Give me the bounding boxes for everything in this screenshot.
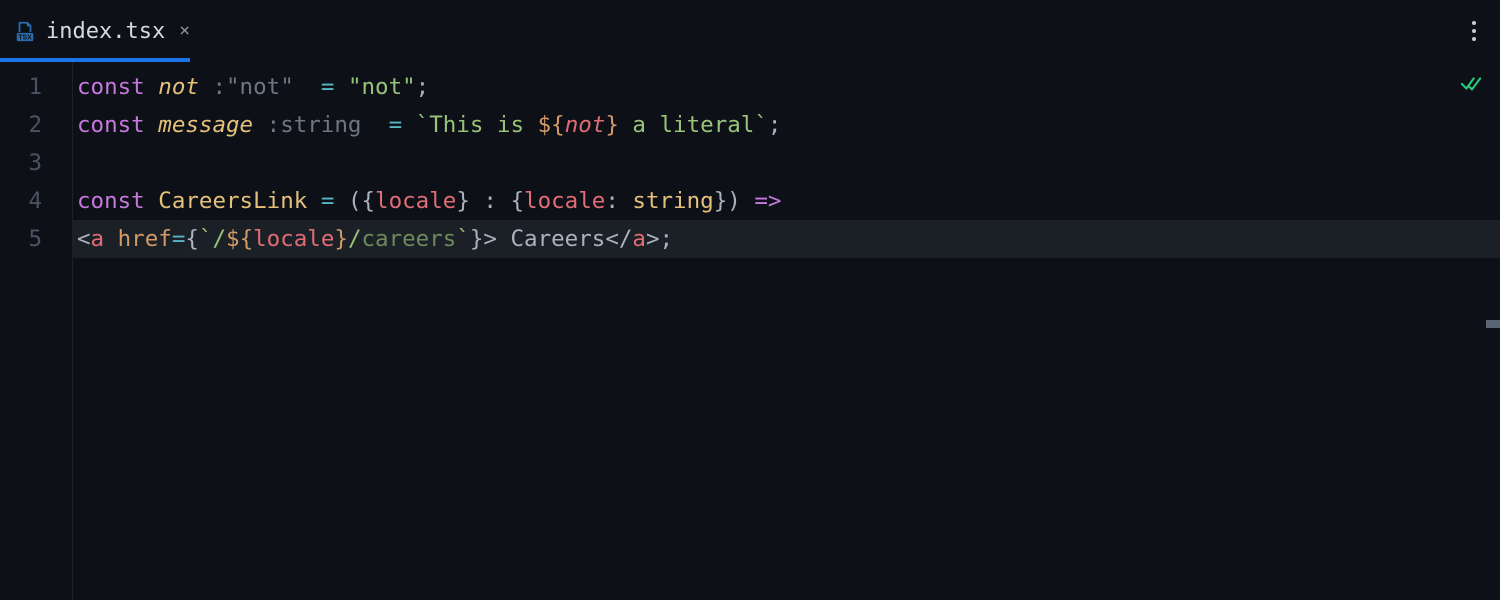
editor-actions	[1466, 0, 1482, 62]
line-number[interactable]: 2	[0, 106, 72, 144]
code-area[interactable]: const not :"not" = "not"; const message …	[72, 62, 1500, 600]
svg-text:TSX: TSX	[18, 34, 32, 41]
line-number[interactable]: 3	[0, 144, 72, 182]
file-tab[interactable]: TSX index.tsx ×	[0, 0, 204, 62]
tab-bar: TSX index.tsx ×	[0, 0, 1500, 62]
line-number[interactable]: 4	[0, 182, 72, 220]
code-line[interactable]: const message :string = `This is ${not} …	[73, 106, 1500, 144]
tab-filename: index.tsx	[46, 19, 165, 44]
code-line[interactable]	[73, 144, 1500, 182]
code-line[interactable]: const not :"not" = "not";	[73, 68, 1500, 106]
tsx-file-icon: TSX	[14, 20, 36, 42]
code-line[interactable]: <a href={`/${locale}/careers`}> Careers<…	[73, 220, 1500, 258]
minimap-marker[interactable]	[1486, 320, 1500, 328]
editor: 1 2 3 4 5 const not :"not" = "not"; cons…	[0, 62, 1500, 600]
line-number[interactable]: 5	[0, 220, 72, 258]
kebab-menu-icon[interactable]	[1466, 15, 1482, 47]
close-icon[interactable]: ×	[177, 20, 192, 42]
code-line[interactable]: const CareersLink = ({locale} : {locale:…	[73, 182, 1500, 220]
gutter: 1 2 3 4 5	[0, 62, 72, 600]
line-number[interactable]: 1	[0, 68, 72, 106]
